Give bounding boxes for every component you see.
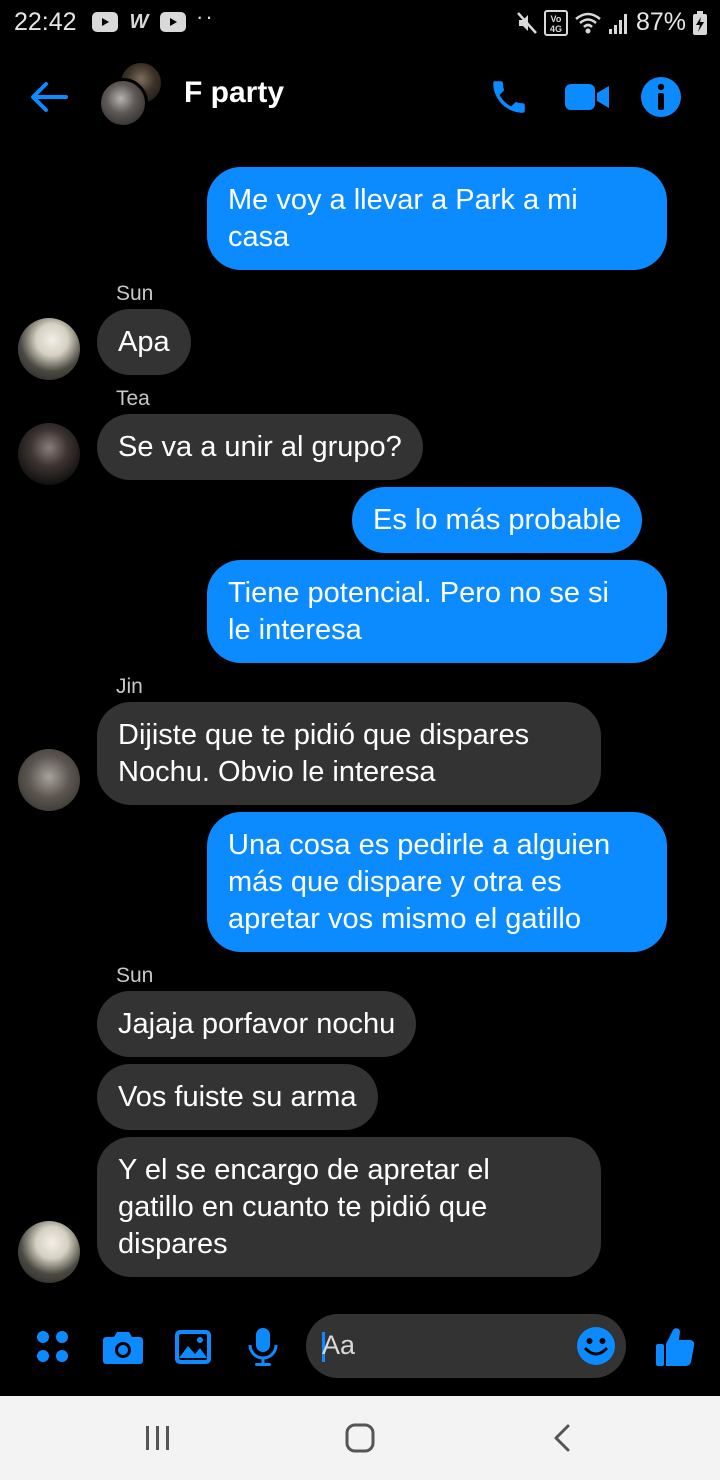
message-list[interactable]: Me voy a llevar a Park a mi casa Sun Apa… — [0, 146, 720, 1296]
youtube-icon — [160, 12, 186, 32]
incoming-message[interactable]: Jajaja porfavor nochu — [97, 991, 417, 1057]
chat-header: F party — [0, 46, 720, 146]
outgoing-message[interactable]: Una cosa es pedirle a alguien más que di… — [207, 812, 667, 952]
outgoing-message[interactable]: Me voy a llevar a Park a mi casa — [207, 167, 667, 270]
status-bar: 22:42 W ·· Vo 4G 87% — [0, 0, 720, 46]
microphone-icon[interactable] — [238, 1322, 288, 1372]
message-input[interactable]: Aa — [306, 1314, 626, 1378]
group-avatar[interactable] — [98, 60, 168, 132]
w-app-icon: W — [129, 10, 149, 33]
sender-name: Sun — [116, 282, 154, 305]
battery-percent: 87% — [635, 8, 686, 36]
emoji-icon[interactable] — [576, 1326, 616, 1366]
thumbs-up-icon[interactable] — [650, 1322, 700, 1372]
battery-charging-icon — [693, 10, 707, 35]
member-avatar — [98, 78, 148, 128]
youtube-icon — [92, 12, 118, 32]
back-arrow-icon[interactable] — [26, 74, 72, 120]
status-time: 22:42 — [14, 8, 77, 36]
sender-name: Jin — [116, 675, 143, 698]
sender-name: Sun — [116, 964, 154, 987]
incoming-message[interactable]: Vos fuiste su arma — [97, 1064, 378, 1130]
incoming-message[interactable]: Se va a unir al grupo? — [97, 414, 423, 480]
video-camera-icon[interactable] — [564, 74, 610, 120]
incoming-message[interactable]: Dijiste que te pidió que dispares Nochu.… — [97, 702, 601, 805]
avatar[interactable] — [18, 1221, 80, 1283]
outgoing-message[interactable]: Es lo más probable — [352, 487, 643, 553]
avatar[interactable] — [18, 749, 80, 811]
mute-icon — [517, 11, 537, 34]
info-icon[interactable] — [638, 74, 684, 120]
home-icon[interactable] — [340, 1420, 380, 1456]
incoming-message[interactable]: Apa — [97, 309, 191, 375]
apps-grid-icon[interactable] — [28, 1322, 78, 1372]
gallery-icon[interactable] — [168, 1322, 218, 1372]
message-input-placeholder: Aa — [322, 1330, 356, 1360]
recent-apps-icon[interactable] — [138, 1420, 178, 1456]
back-icon[interactable] — [542, 1420, 582, 1456]
sender-name: Tea — [116, 387, 150, 410]
status-right: Vo 4G 87% — [516, 8, 708, 37]
avatar[interactable] — [18, 318, 80, 380]
signal-icon — [608, 13, 627, 34]
system-nav-bar — [0, 1396, 720, 1480]
composer-bar: Aa — [0, 1300, 720, 1396]
phone-icon[interactable] — [486, 74, 532, 120]
outgoing-message[interactable]: Tiene potencial. Pero no se si le intere… — [207, 560, 667, 663]
camera-icon[interactable] — [98, 1322, 148, 1372]
avatar[interactable] — [18, 423, 80, 485]
status-notification-icons: W — [92, 10, 186, 33]
more-notifications-icon: ·· — [196, 4, 215, 29]
chat-title[interactable]: F party — [184, 76, 284, 110]
incoming-message[interactable]: Y el se encargo de apretar el gatillo en… — [97, 1137, 601, 1277]
wifi-icon — [575, 12, 601, 33]
volte-icon: Vo 4G — [543, 9, 568, 36]
